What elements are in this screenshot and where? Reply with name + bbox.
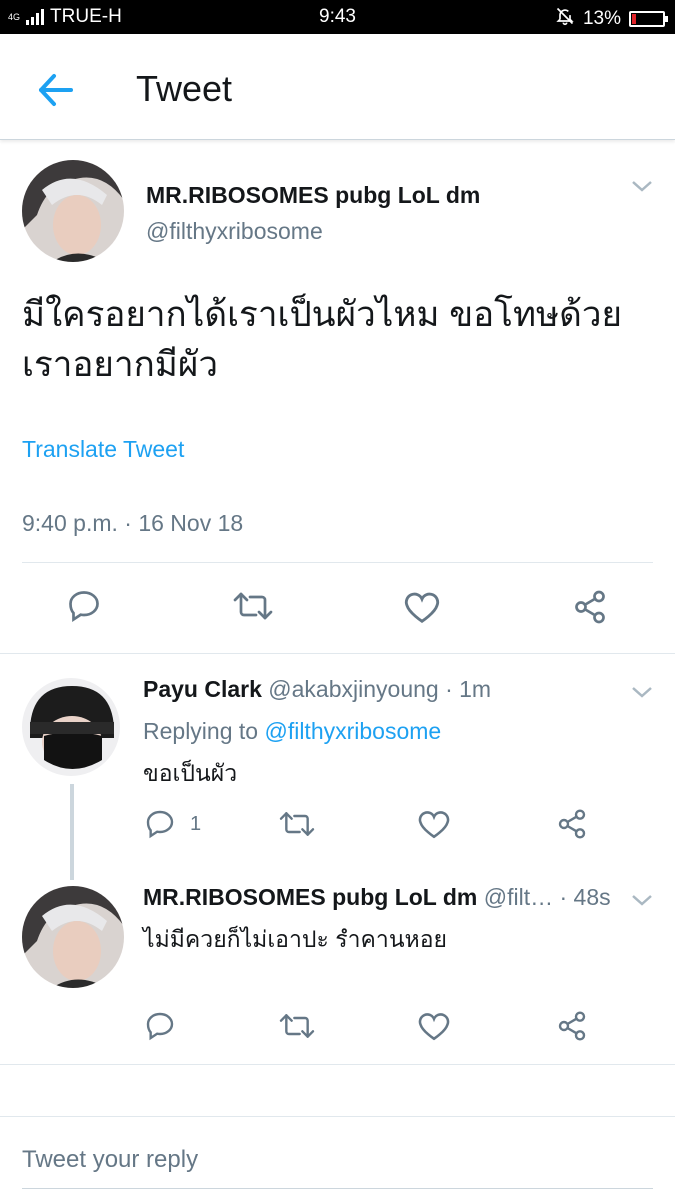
tweet-timestamp: 9:40 p.m. · 16 Nov 18 [22, 510, 244, 536]
reply-count: 1 [190, 812, 202, 835]
reply-header: MR.RIBOSOMES pubg LoL dm @filt… · 48s [143, 884, 611, 911]
reply-button[interactable] [144, 1010, 176, 1042]
status-bar: 4G TRUE-H 9:43 13% [0, 0, 675, 34]
reply-header: Payu Clark @akabxjinyoung · 1m [143, 676, 491, 703]
replying-to: Replying to @filthyxribosome [143, 718, 441, 745]
divider [22, 562, 653, 563]
like-button[interactable] [417, 808, 451, 840]
reply-icon [146, 810, 174, 839]
reply-author-handle[interactable]: @filt… [484, 884, 553, 910]
reply-avatar[interactable] [22, 886, 124, 988]
like-button[interactable] [403, 589, 441, 625]
reply-text: ขอเป็นผัว [143, 760, 238, 786]
reply-button[interactable]: 1 [144, 808, 201, 840]
reply-author-name[interactable]: Payu Clark [143, 676, 262, 702]
battery-icon [629, 11, 668, 27]
page-title: Tweet [136, 68, 233, 109]
chevron-down-icon [632, 181, 652, 192]
like-icon [404, 592, 440, 623]
chevron-down-icon [632, 895, 652, 906]
share-icon [558, 1011, 586, 1041]
author-handle[interactable]: @filthyxribosome [146, 218, 323, 245]
retweet-icon [279, 812, 315, 836]
share-button[interactable] [556, 1010, 588, 1042]
share-button[interactable] [572, 589, 608, 625]
reply-icon [69, 591, 99, 623]
author-name[interactable]: MR.RIBOSOMES pubg LoL dm [146, 182, 480, 209]
tweet-text: มีใครอยากได้เราเป็นผัวไหม ขอโทษด้วย เราอ… [22, 290, 662, 390]
reply-button[interactable] [66, 588, 102, 624]
retweet-icon [279, 1014, 315, 1038]
replying-to-prefix: Replying to [143, 718, 259, 744]
thread-line [70, 784, 74, 880]
divider [0, 1064, 675, 1065]
retweet-icon [233, 592, 273, 620]
tweet-text-line: เราอยากมีผัว [22, 345, 219, 384]
reply-time: · 48s [559, 884, 611, 910]
reply-author-name[interactable]: MR.RIBOSOMES pubg LoL dm [143, 884, 477, 910]
reply-text: ไม่มีควยก็ไม่เอาปะ รำคานหอย [143, 926, 447, 952]
tweet-menu-button[interactable] [630, 178, 658, 198]
like-button[interactable] [417, 1010, 451, 1042]
battery-percent: 13% [582, 8, 621, 29]
back-arrow-icon [39, 74, 73, 106]
system-indicators: 13% [555, 6, 668, 32]
reply-composer-input[interactable]: Tweet your reply [22, 1146, 198, 1174]
author-avatar[interactable] [22, 160, 124, 262]
back-button[interactable] [34, 68, 78, 112]
divider [0, 653, 675, 654]
retweet-button[interactable] [278, 1010, 316, 1042]
reply-author-handle[interactable]: @akabxjinyoung [268, 676, 438, 702]
reply-avatar[interactable] [22, 678, 120, 776]
share-icon [575, 590, 605, 624]
retweet-button[interactable] [278, 808, 316, 840]
tweet-text-line: มีใครอยากได้เราเป็นผัวไหม ขอโทษด้วย [22, 295, 623, 334]
chevron-down-icon [632, 687, 652, 698]
reply-menu-button[interactable] [630, 892, 658, 912]
mute-bell-icon [555, 6, 575, 32]
reply-icon [146, 1012, 174, 1041]
replying-to-handle[interactable]: @filthyxribosome [264, 718, 441, 744]
reply-time: · 1m [445, 676, 492, 702]
like-icon [418, 1013, 450, 1041]
share-button[interactable] [556, 808, 588, 840]
reply-menu-button[interactable] [630, 684, 658, 704]
app-header: Tweet [0, 34, 675, 140]
retweet-button[interactable] [232, 588, 274, 624]
like-icon [418, 811, 450, 839]
composer-underline [22, 1188, 653, 1189]
translate-tweet-link[interactable]: Translate Tweet [22, 436, 184, 463]
share-icon [558, 809, 586, 839]
divider [0, 1116, 675, 1117]
